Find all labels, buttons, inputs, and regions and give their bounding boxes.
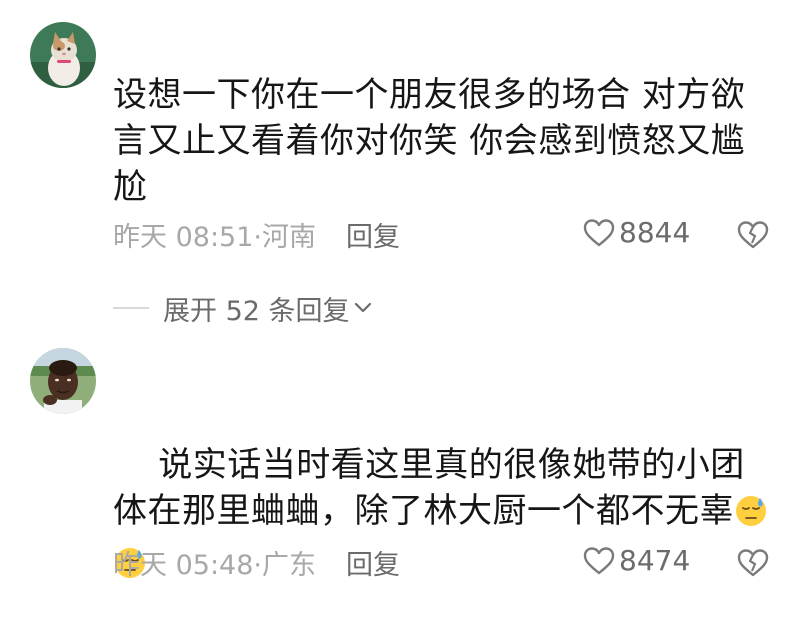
downcast-sweat-emoji-icon [736,496,766,526]
dislike-button[interactable] [737,548,769,585]
location-text: 河南 [262,221,316,253]
reply-button[interactable]: 回复 [346,215,400,254]
time-text: 昨天 05:48 [113,549,254,581]
chevron-down-icon [354,302,371,313]
downcast-sweat-emoji [734,494,768,540]
comment-text: 说实话当时看这里真的很像她带的小团体在那里蛐蛐，除了林大厨一个都不无辜 [113,396,773,638]
location-text: 广东 [262,549,316,581]
broken-heart-icon [737,221,769,249]
like-count: 8474 [619,544,691,577]
expand-replies-label: 展开 52 条回复 [163,295,350,327]
like-button[interactable]: 8844 [583,216,690,249]
avatar-person[interactable] [30,348,96,414]
time-text: 昨天 08:51 [113,221,254,253]
comment-text: 设想一下你在一个朋友很多的场合 对方欲言又止又看着你对你笑 你会感到愤怒又尴尬 [113,75,746,207]
reply-button[interactable]: 回复 [346,543,400,582]
cat-avatar-image [30,22,96,88]
like-button[interactable]: 8474 [583,544,690,577]
avatar-cat[interactable] [30,22,96,88]
comment-time: 昨天 05:48·广东 [113,549,316,581]
comment-body: 说实话当时看这里真的很像她带的小团体在那里蛐蛐，除了林大厨一个都不无辜 [113,445,745,531]
heart-icon [583,546,615,574]
broken-heart-icon [737,549,769,577]
comment-time: 昨天 08:51·河南 [113,221,316,253]
expand-divider-line [113,307,149,309]
comment-meta: 昨天 08:51·河南 回复 8844 [113,214,773,254]
heart-icon [583,218,615,246]
like-count: 8844 [619,216,691,249]
dislike-button[interactable] [737,220,769,257]
expand-replies-button[interactable]: 展开 52 条回复 [113,288,372,328]
comment-meta: 昨天 05:48·广东 回复 8474 [113,542,773,582]
person-avatar-image [30,348,96,414]
